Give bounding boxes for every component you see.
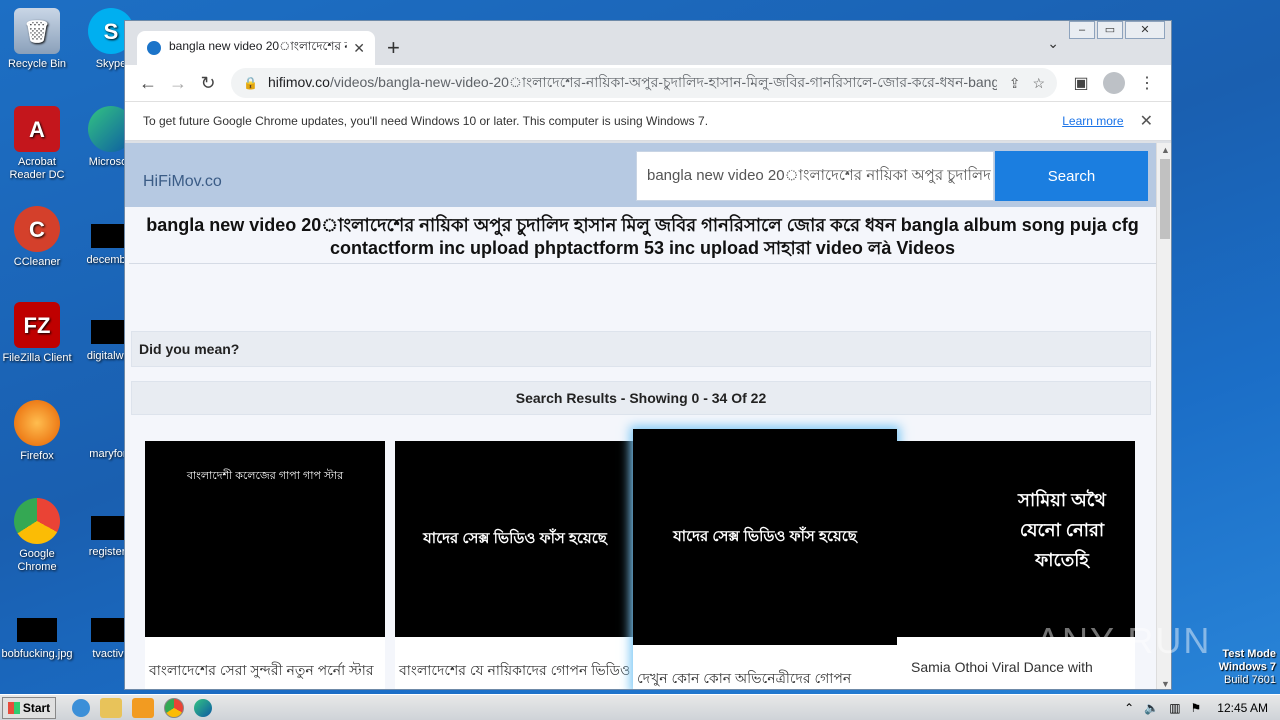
infobar-close-icon[interactable]: ✕ bbox=[1140, 111, 1153, 131]
desktop-icon-label: bobfucking.jpg bbox=[1, 648, 73, 660]
results-summary: Search Results - Showing 0 - 34 Of 22 bbox=[131, 381, 1151, 415]
address-bar[interactable]: 🔒 hifimov.co/videos/bangla-new-video-20া… bbox=[231, 68, 1057, 98]
video-thumbnail[interactable]: যাদের সেক্স ভিডিও ফাঁস হয়েছে bbox=[395, 441, 635, 637]
chrome-icon bbox=[14, 498, 60, 544]
desktop-icon-label: CCleaner bbox=[13, 256, 61, 268]
tab-close-icon[interactable]: ✕ bbox=[353, 40, 365, 57]
video-card[interactable]: বাংলাদেশী কলেজের গাপা গাপ স্টার বাংলাদেশ… bbox=[145, 441, 385, 689]
search-button[interactable]: Search bbox=[995, 151, 1148, 201]
thumbnail-text: বাংলাদেশী কলেজের গাপা গাপ স্টার bbox=[186, 470, 344, 482]
update-infobar: To get future Google Chrome updates, you… bbox=[125, 101, 1171, 141]
scrollbar-thumb[interactable] bbox=[1160, 159, 1170, 239]
test-mode-watermark: Test Mode Windows 7 Build 7601 bbox=[1219, 648, 1276, 687]
page-viewport: HiFiMov.co bangla new video 20াংলাদেশের … bbox=[125, 143, 1171, 689]
desktop-icon-label: Firefox bbox=[20, 450, 54, 462]
site-header: HiFiMov.co bangla new video 20াংলাদেশের … bbox=[125, 143, 1156, 207]
file-icon bbox=[17, 618, 57, 642]
video-caption[interactable]: বাংলাদেশের সেরা সুন্দরী নতুন পর্নো স্টার bbox=[145, 637, 385, 683]
thumbnail-text: যাদের সেক্স ভিডিও ফাঁস হয়েছে bbox=[423, 530, 607, 547]
back-arrow-icon[interactable]: ← bbox=[133, 68, 163, 98]
watermark-line: Windows 7 bbox=[1218, 661, 1276, 673]
window-controls: – ▭ ✕ bbox=[1067, 21, 1165, 39]
video-card-hovered[interactable]: যাদের সেক্স ভিডিও ফাঁস হয়েছে দেখুন কোন … bbox=[633, 429, 897, 689]
recycle-bin-icon: 🗑 bbox=[14, 8, 60, 54]
url-host: hifimov.co bbox=[267, 74, 330, 90]
video-thumbnail[interactable]: সামিয়া অথৈ যেনো নোরা ফাতেহি bbox=[897, 441, 1135, 637]
action-center-flag-icon[interactable]: ⚑ bbox=[1191, 701, 1202, 715]
system-tray: ⌃ 🔈 ▥ ⚑ 12:45 AM bbox=[1124, 701, 1280, 715]
desktop-icon-label: Acrobat Reader DC bbox=[9, 156, 65, 181]
filezilla-icon: FZ bbox=[14, 302, 60, 348]
share-icon[interactable]: ⇪ bbox=[1009, 75, 1021, 92]
reload-icon[interactable]: ↻ bbox=[193, 68, 223, 98]
desktop-icon-label: FileZilla Client bbox=[2, 352, 72, 364]
anyrun-watermark: ANY RUN bbox=[1036, 620, 1212, 661]
browser-toolbar: ← → ↻ 🔒 hifimov.co/videos/bangla-new-vid… bbox=[125, 65, 1171, 101]
lock-icon[interactable]: 🔒 bbox=[243, 76, 258, 90]
desktop-icon-label: Recycle Bin bbox=[7, 58, 67, 70]
tab-strip: bangla new video 20াংলাদেশের নায়িক ✕ + … bbox=[125, 21, 1171, 65]
browser-window: bangla new video 20াংলাদেশের নায়িক ✕ + … bbox=[124, 20, 1172, 690]
close-window-button[interactable]: ✕ bbox=[1125, 21, 1165, 39]
page-scrollbar[interactable]: ▲ ▼ bbox=[1156, 143, 1171, 689]
start-label: Start bbox=[22, 700, 51, 715]
thumbnail-text: সামিয়া অথৈ যেনো নোরা ফাতেহি bbox=[1018, 490, 1106, 570]
new-tab-button[interactable]: + bbox=[387, 35, 400, 61]
browser-tab[interactable]: bangla new video 20াংলাদেশের নায়িক ✕ bbox=[137, 31, 375, 65]
learn-more-link[interactable]: Learn more bbox=[1062, 114, 1123, 128]
desktop-icon-chrome[interactable]: Google Chrome bbox=[0, 498, 74, 574]
ccleaner-icon: C bbox=[14, 206, 60, 252]
tab-search-chevron-down-icon[interactable]: ⌄ bbox=[1047, 35, 1059, 52]
infobar-message: To get future Google Chrome updates, you… bbox=[143, 114, 709, 128]
volume-icon[interactable]: 🔈 bbox=[1144, 701, 1159, 715]
edge-taskbar-icon[interactable] bbox=[194, 698, 212, 717]
media-player-icon[interactable] bbox=[132, 697, 154, 718]
url-path: /videos/bangla-new-video-20াংলাদেশের-নায… bbox=[329, 74, 997, 90]
results-grid: বাংলাদেশী কলেজের গাপা গাপ স্টার বাংলাদেশ… bbox=[145, 429, 1145, 689]
desktop-icon-ccleaner[interactable]: C CCleaner bbox=[0, 206, 74, 269]
chrome-taskbar-icon[interactable] bbox=[164, 697, 184, 718]
tab-title: bangla new video 20াংলাদেশের নায়িক bbox=[169, 39, 347, 53]
tray-chevron-up-icon[interactable]: ⌃ bbox=[1124, 701, 1134, 715]
search-input[interactable]: bangla new video 20াংলাদেশের নায়িকা অপু… bbox=[636, 151, 994, 201]
explorer-folder-icon[interactable] bbox=[100, 697, 122, 718]
desktop-icon-recycle-bin[interactable]: 🗑 Recycle Bin bbox=[0, 8, 74, 71]
video-thumbnail[interactable]: যাদের সেক্স ভিডিও ফাঁস হয়েছে bbox=[633, 429, 897, 645]
windows-flag-icon bbox=[7, 701, 20, 714]
video-card[interactable]: যাদের সেক্স ভিডিও ফাঁস হয়েছে বাংলাদেশের… bbox=[395, 441, 635, 689]
maximize-button[interactable]: ▭ bbox=[1097, 21, 1123, 39]
start-button[interactable]: Start bbox=[2, 696, 56, 719]
desktop-icon-filezilla[interactable]: FZ FileZilla Client bbox=[0, 302, 74, 365]
clock[interactable]: 12:45 AM bbox=[1217, 701, 1268, 715]
ie-icon[interactable] bbox=[72, 698, 90, 717]
did-you-mean-panel: Did you mean? bbox=[131, 331, 1151, 367]
favicon-icon bbox=[147, 41, 161, 55]
video-caption[interactable]: বাংলাদেশের যে নায়িকাদের গোপন ভিডিও bbox=[395, 637, 635, 683]
profile-avatar-icon[interactable] bbox=[1103, 72, 1125, 94]
taskbar: Start ⌃ 🔈 ▥ ⚑ 12:45 AM bbox=[0, 694, 1280, 720]
desktop-icon-label: Google Chrome bbox=[17, 548, 57, 573]
video-caption[interactable]: দেখুন কোন কোন অভিনেত্রীদের গোপন bbox=[633, 645, 897, 689]
network-icon[interactable]: ▥ bbox=[1169, 701, 1180, 715]
minimize-button[interactable]: – bbox=[1069, 21, 1095, 39]
thumbnail-text: যাদের সেক্স ভিডিও ফাঁস হয়েছে bbox=[673, 528, 857, 545]
video-thumbnail[interactable]: বাংলাদেশী কলেজের গাপা গাপ স্টার bbox=[145, 441, 385, 637]
forward-arrow-icon[interactable]: → bbox=[163, 68, 193, 98]
bookmark-star-icon[interactable]: ☆ bbox=[1032, 75, 1045, 92]
scroll-down-arrow-icon[interactable]: ▼ bbox=[1157, 679, 1171, 689]
side-panel-icon[interactable]: ▣ bbox=[1065, 73, 1097, 93]
page-title: bangla new video 20াংলাদেশের নায়িকা অপু… bbox=[129, 207, 1156, 264]
acrobat-icon: A bbox=[14, 106, 60, 152]
watermark-line: Build 7601 bbox=[1224, 674, 1276, 686]
menu-kebab-icon[interactable]: ⋮ bbox=[1131, 73, 1163, 93]
desktop-icon-firefox[interactable]: Firefox bbox=[0, 400, 74, 463]
site-logo[interactable]: HiFiMov.co bbox=[143, 173, 222, 191]
desktop-icon-acrobat[interactable]: A Acrobat Reader DC bbox=[0, 106, 74, 182]
watermark-line: Test Mode bbox=[1222, 648, 1276, 660]
desktop-icon-bobfucking[interactable]: bobfucking.jpg bbox=[0, 600, 74, 661]
scroll-up-arrow-icon[interactable]: ▲ bbox=[1157, 145, 1171, 155]
address-url: hifimov.co/videos/bangla-new-video-20াংল… bbox=[268, 71, 997, 95]
firefox-icon bbox=[14, 400, 60, 446]
